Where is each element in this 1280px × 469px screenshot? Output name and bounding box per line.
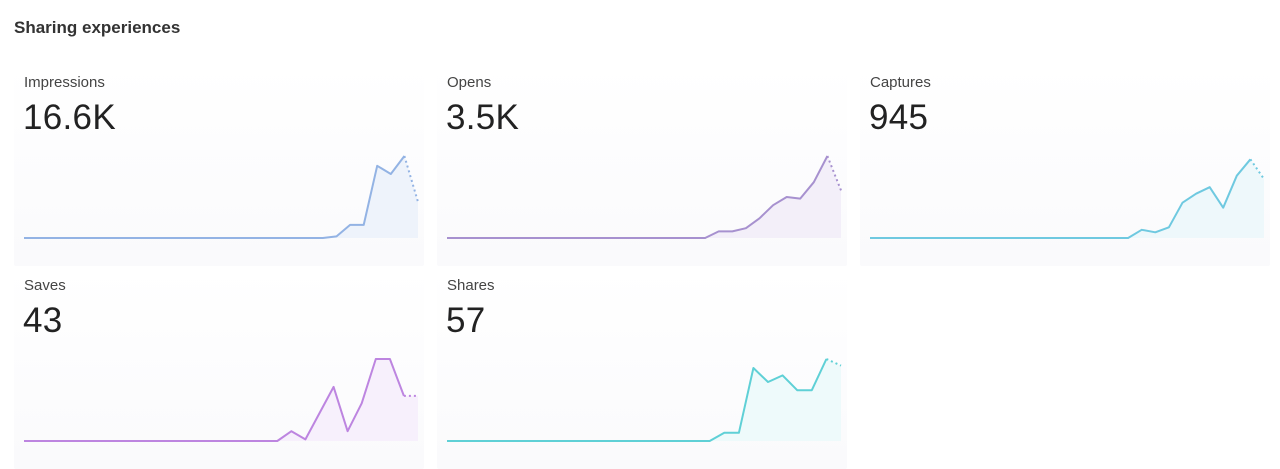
metric-label: Shares bbox=[447, 277, 495, 294]
metric-value: 16.6K bbox=[23, 98, 116, 137]
metric-value: 43 bbox=[23, 301, 63, 340]
sparkline-chart bbox=[24, 155, 419, 239]
metric-card-saves[interactable]: Saves 43 bbox=[14, 269, 424, 469]
metric-label: Impressions bbox=[24, 74, 105, 91]
sparkline-line bbox=[24, 358, 405, 442]
metric-value: 57 bbox=[446, 301, 486, 340]
sparkline-chart bbox=[447, 155, 842, 239]
metric-card-captures[interactable]: Captures 945 bbox=[860, 66, 1270, 266]
metric-value: 3.5K bbox=[446, 98, 520, 137]
metric-label: Captures bbox=[870, 74, 931, 91]
metric-card-impressions[interactable]: Impressions 16.6K bbox=[14, 66, 424, 266]
section-title: Sharing experiences bbox=[14, 18, 181, 37]
metric-value: 945 bbox=[869, 98, 929, 137]
sparkline-chart bbox=[870, 158, 1265, 239]
sparkline-area bbox=[870, 159, 1264, 238]
sparkline-chart bbox=[24, 358, 418, 442]
sparkline-chart bbox=[447, 358, 842, 442]
sparkline-area bbox=[447, 156, 841, 238]
metric-card-opens[interactable]: Opens 3.5K bbox=[437, 66, 847, 266]
metric-label: Saves bbox=[24, 277, 66, 294]
sparkline-line bbox=[24, 155, 406, 239]
metric-card-shares[interactable]: Shares 57 bbox=[437, 269, 847, 469]
metric-label: Opens bbox=[447, 74, 492, 91]
sparkline-area bbox=[447, 359, 841, 441]
sparkline-area bbox=[24, 359, 418, 441]
